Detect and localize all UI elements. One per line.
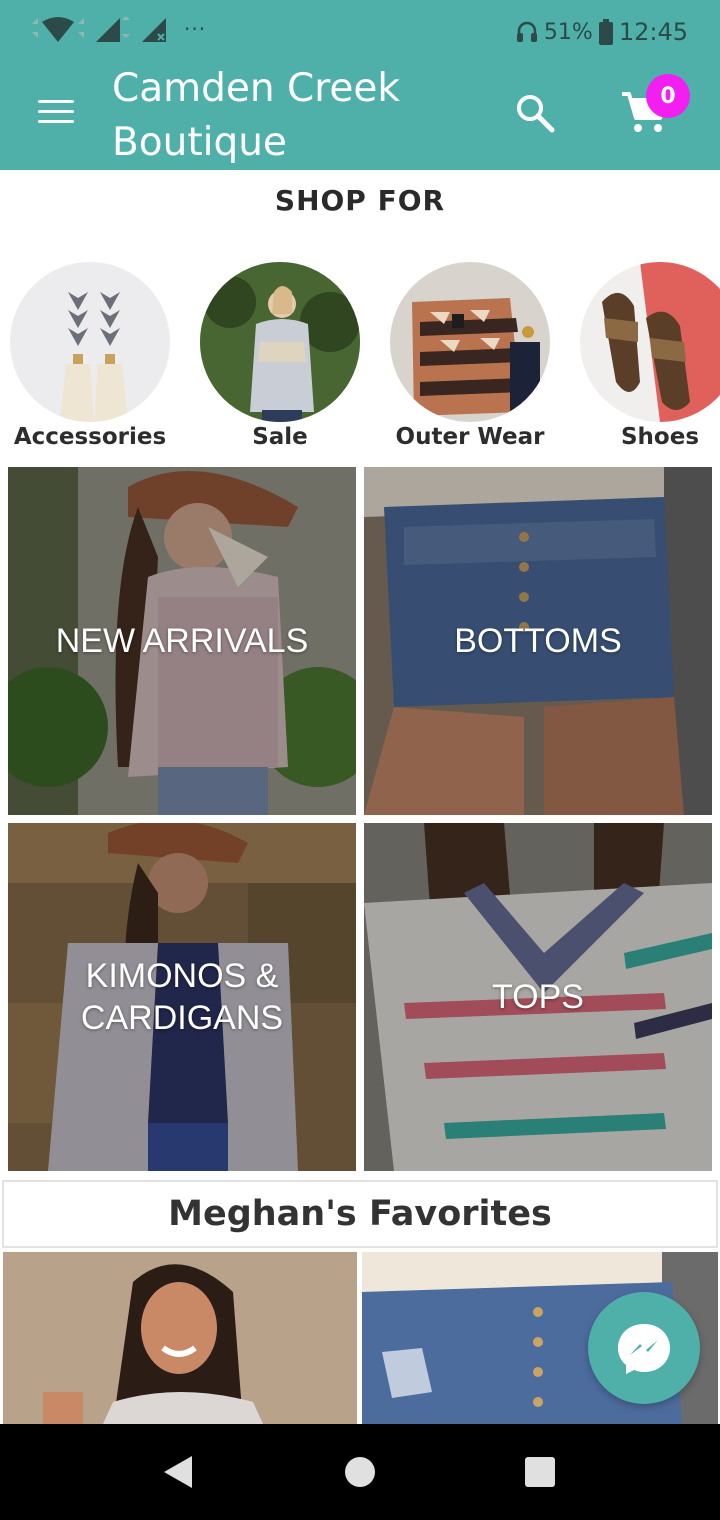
- status-clock: 12:45: [618, 18, 688, 46]
- app-bar: ··· 51% 12:45 Camden Creek Boutique 0: [0, 0, 720, 170]
- tile-label: TOPS: [492, 978, 584, 1016]
- accessories-image: [10, 262, 170, 422]
- menu-icon[interactable]: [38, 98, 74, 126]
- recents-icon[interactable]: [518, 1450, 562, 1494]
- battery-percent: 51%: [543, 19, 593, 45]
- back-icon[interactable]: [158, 1450, 202, 1494]
- tile-tops[interactable]: TOPS: [364, 823, 712, 1171]
- tile-label: BOTTOMS: [454, 622, 622, 660]
- favorite-item[interactable]: [3, 1252, 357, 1424]
- headphones-icon: [516, 21, 537, 42]
- status-bar: ··· 51% 12:45: [0, 0, 720, 64]
- battery-icon: [598, 19, 613, 45]
- system-navigation-bar: [0, 1424, 720, 1520]
- category-label: Accessories: [13, 424, 167, 450]
- tile-label: NEW ARRIVALS: [55, 622, 309, 660]
- category-label: Sale: [252, 424, 308, 450]
- status-icons-right: 51% 12:45: [516, 18, 688, 46]
- tile-kimonos-cardigans[interactable]: KIMONOS & CARDIGANS: [8, 823, 356, 1171]
- home-icon[interactable]: [338, 1450, 382, 1494]
- status-icons-left: ···: [28, 14, 206, 44]
- app-title: Camden Creek Boutique: [112, 66, 400, 165]
- status-more-indicator: ···: [184, 17, 207, 41]
- signal-icon: [96, 16, 130, 42]
- category-carousel[interactable]: Accessories Sale Outer Wear Shoes: [0, 262, 720, 462]
- category-label: Outer Wear: [395, 424, 545, 450]
- category-shoes[interactable]: Shoes: [570, 262, 720, 462]
- wifi-icon: [32, 17, 84, 42]
- tile-label: KIMONOS & CARDIGANS: [80, 957, 284, 1037]
- shop-for-heading: SHOP FOR: [274, 184, 446, 217]
- cart-count-badge[interactable]: 0: [646, 74, 690, 118]
- signal-icon-2: [142, 18, 166, 42]
- outer-wear-image: [390, 262, 550, 422]
- favorite-item-image: [3, 1252, 357, 1424]
- messenger-icon[interactable]: [588, 1292, 700, 1404]
- sale-image: [200, 262, 360, 422]
- category-label: Shoes: [620, 424, 700, 450]
- search-icon[interactable]: [514, 92, 556, 134]
- favorites-heading: Meghan's Favorites: [2, 1180, 718, 1248]
- category-sale[interactable]: Sale: [190, 262, 370, 462]
- tile-new-arrivals[interactable]: NEW ARRIVALS: [8, 467, 356, 815]
- tile-bottoms[interactable]: BOTTOMS: [364, 467, 712, 815]
- category-outer-wear[interactable]: Outer Wear: [380, 262, 560, 462]
- category-accessories[interactable]: Accessories: [0, 262, 180, 462]
- shoes-image: [580, 262, 720, 422]
